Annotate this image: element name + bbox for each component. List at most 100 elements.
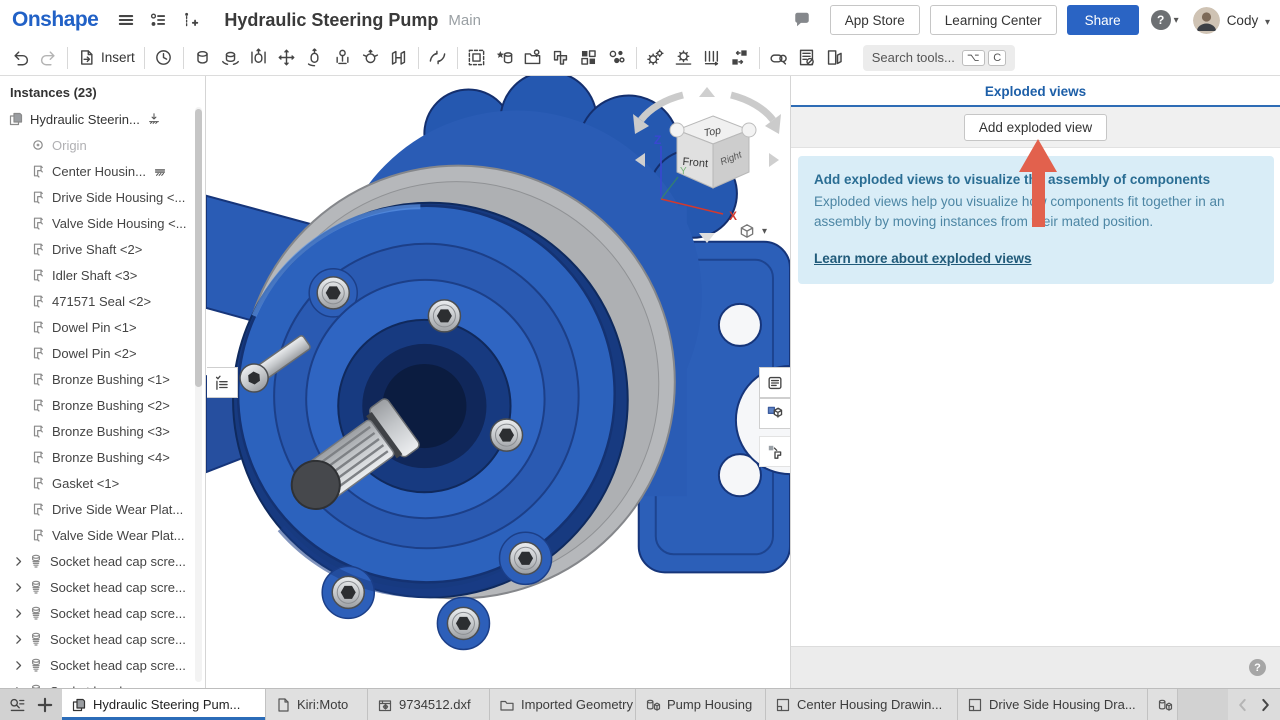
tangent-mate-button[interactable]: [424, 44, 452, 72]
planar-mate-button[interactable]: [273, 44, 301, 72]
select-transform-button[interactable]: [463, 44, 491, 72]
instance-row[interactable]: Socket head cap scre...: [0, 678, 205, 688]
view-cube-corner[interactable]: [742, 123, 756, 137]
move-part-button[interactable]: [726, 44, 754, 72]
tab-9734512-dxf[interactable]: 9734512.dxf: [368, 689, 490, 720]
expand-chevron-icon[interactable]: [8, 555, 28, 568]
expand-chevron-icon[interactable]: [8, 581, 28, 594]
rotate-down-arrow[interactable]: [699, 233, 715, 243]
instance-row[interactable]: Dowel Pin <2>: [0, 340, 205, 366]
named-views-button[interactable]: [821, 44, 849, 72]
screw-icon: [28, 553, 44, 569]
rotate-ccw-arrow[interactable]: [641, 95, 683, 120]
tab-imported-geometry[interactable]: Imported Geometry: [490, 689, 636, 720]
expand-chevron-icon[interactable]: [8, 633, 28, 646]
instance-row[interactable]: Drive Side Wear Plat...: [0, 496, 205, 522]
share-button[interactable]: Share: [1067, 5, 1139, 35]
rack-pinion-button[interactable]: [670, 44, 698, 72]
fastened-mate-button[interactable]: [189, 44, 217, 72]
onshape-logo[interactable]: Onshape: [12, 8, 98, 32]
scrollbar-thumb[interactable]: [195, 109, 202, 387]
tab-pump-housing[interactable]: Pump Housing: [636, 689, 766, 720]
features-flyout-button[interactable]: [207, 367, 238, 398]
help-menu[interactable]: ? ▾: [1151, 10, 1179, 30]
add-tab-button[interactable]: [36, 696, 54, 714]
snapshot-button[interactable]: [519, 44, 547, 72]
instance-row[interactable]: Bronze Bushing <2>: [0, 392, 205, 418]
instance-row[interactable]: Drive Shaft <2>: [0, 236, 205, 262]
tabs-scroll-right-button[interactable]: [1256, 696, 1274, 714]
expand-chevron-icon[interactable]: [8, 659, 28, 672]
insert-new-element-button[interactable]: [176, 6, 204, 34]
instance-row[interactable]: Hydraulic Steerin...: [0, 106, 205, 132]
instance-row[interactable]: Dowel Pin <1>: [0, 314, 205, 340]
replicate-button[interactable]: [603, 44, 631, 72]
ball-mate-button[interactable]: [357, 44, 385, 72]
insert-primitive-button[interactable]: [491, 44, 519, 72]
search-tools-input[interactable]: Search tools... ⌥ C: [863, 45, 1015, 71]
manage-tabs-button[interactable]: [8, 696, 26, 714]
bom-button[interactable]: [793, 44, 821, 72]
user-menu[interactable]: Cody ▾: [1227, 13, 1270, 28]
app-store-button[interactable]: App Store: [830, 5, 920, 35]
instance-row[interactable]: Drive Side Housing <...: [0, 184, 205, 210]
rotate-cw-arrow[interactable]: [731, 95, 773, 120]
expand-chevron-icon[interactable]: [8, 607, 28, 620]
document-structure-button[interactable]: [144, 6, 172, 34]
instance-row[interactable]: Socket head cap scre...: [0, 652, 205, 678]
main-menu-button[interactable]: [112, 6, 140, 34]
panel-help-icon[interactable]: ?: [1249, 659, 1266, 676]
display-states-button[interactable]: [759, 398, 790, 429]
slider-mate-button[interactable]: [245, 44, 273, 72]
tabs-scroll-left-button[interactable]: [1234, 696, 1252, 714]
instance-row[interactable]: Socket head cap scre...: [0, 548, 205, 574]
duplicate-part-button[interactable]: [547, 44, 575, 72]
insert-part-flyout-button[interactable]: [759, 436, 790, 467]
instance-row[interactable]: Socket head cap scre...: [0, 574, 205, 600]
instance-row[interactable]: Valve Side Housing <...: [0, 210, 205, 236]
tab-hydraulic-steering-pum[interactable]: Hydraulic Steering Pum...: [62, 689, 266, 720]
instance-row[interactable]: Idler Shaft <3>: [0, 262, 205, 288]
pin-slot-mate-button[interactable]: [329, 44, 357, 72]
appearance-panel-button[interactable]: [759, 367, 790, 398]
rotate-up-arrow[interactable]: [699, 87, 715, 97]
undo-button[interactable]: [6, 44, 34, 72]
instance-row[interactable]: Socket head cap scre...: [0, 600, 205, 626]
instance-row[interactable]: Valve Side Wear Plat...: [0, 522, 205, 548]
graphics-viewport[interactable]: Top Front Right Z X Y ▾: [206, 76, 790, 688]
instance-label: Socket head cap scre...: [50, 606, 186, 621]
view-cube[interactable]: Top Front Right Z X Y: [621, 84, 793, 246]
redo-button[interactable]: [34, 44, 62, 72]
measure-button[interactable]: [765, 44, 793, 72]
instance-row[interactable]: Center Housin...: [0, 158, 205, 184]
linear-pattern-button[interactable]: [575, 44, 603, 72]
instance-row[interactable]: 471571 Seal <2>: [0, 288, 205, 314]
rotate-right-arrow[interactable]: [769, 153, 779, 167]
instance-row[interactable]: Bronze Bushing <4>: [0, 444, 205, 470]
comments-button[interactable]: [788, 6, 816, 34]
tab-kiri-moto[interactable]: Kiri:Moto: [266, 689, 368, 720]
instance-row[interactable]: Bronze Bushing <3>: [0, 418, 205, 444]
cylindrical-mate-button[interactable]: [301, 44, 329, 72]
learning-center-button[interactable]: Learning Center: [930, 5, 1057, 35]
parallel-mate-button[interactable]: [385, 44, 413, 72]
instance-row[interactable]: Socket head cap scre...: [0, 626, 205, 652]
instance-row[interactable]: Origin: [0, 132, 205, 158]
learn-more-link[interactable]: Learn more about exploded views: [814, 251, 1032, 266]
tab-drive-side-housing-dra[interactable]: Drive Side Housing Dra...: [958, 689, 1148, 720]
add-exploded-view-button[interactable]: Add exploded view: [964, 114, 1107, 141]
gear-relation-button[interactable]: [642, 44, 670, 72]
tab-partial[interactable]: [1148, 689, 1178, 720]
tab-center-housing-drawin[interactable]: Center Housing Drawin...: [766, 689, 958, 720]
rotate-left-arrow[interactable]: [635, 153, 645, 167]
instance-row[interactable]: Gasket <1>: [0, 470, 205, 496]
view-cube-corner[interactable]: [670, 123, 684, 137]
revolute-mate-button[interactable]: [217, 44, 245, 72]
avatar[interactable]: [1193, 7, 1220, 34]
instance-row[interactable]: Bronze Bushing <1>: [0, 366, 205, 392]
revert-clock-button[interactable]: [150, 44, 178, 72]
spring-button[interactable]: [698, 44, 726, 72]
insert-button[interactable]: Insert: [73, 44, 139, 72]
expand-chevron-icon[interactable]: [8, 685, 28, 689]
view-options-dropdown[interactable]: ▾: [738, 222, 767, 240]
